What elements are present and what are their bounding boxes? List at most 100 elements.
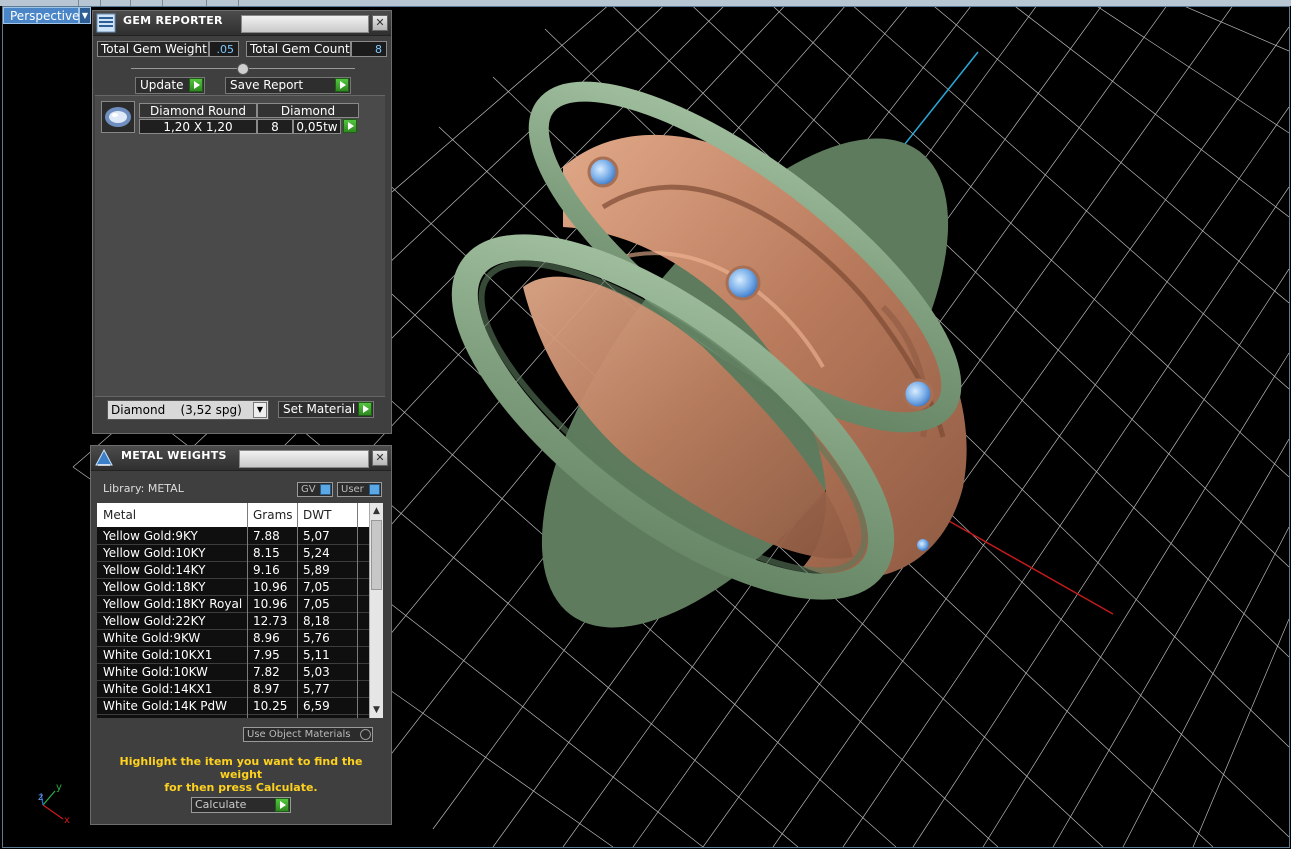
use-object-materials-label: Use Object Materials xyxy=(247,729,351,740)
table-row[interactable]: Yellow Gold:22KY 12.73 8,18 xyxy=(97,613,369,630)
chevron-down-icon[interactable]: ▼ xyxy=(372,705,381,715)
table-row[interactable]: White Gold:14KX1 8.97 5,77 xyxy=(97,681,369,698)
dwt-cell: 5,03 xyxy=(303,665,330,679)
play-icon xyxy=(335,78,349,92)
dwt-cell: 7,05 xyxy=(303,580,330,594)
grams-cell: 10.96 xyxy=(253,597,288,611)
axis-z-label: z xyxy=(38,792,44,803)
gem-reporter-panel: GEM REPORTER ✕ Total Gem Weight .05 Tota… xyxy=(92,10,392,434)
dwt-cell: 5,77 xyxy=(303,682,330,696)
gem-list-area[interactable] xyxy=(95,95,385,397)
play-icon xyxy=(189,78,203,92)
table-row[interactable]: Yellow Gold:18KY 10.96 7,05 xyxy=(97,579,369,596)
dwt-cell: 5,89 xyxy=(303,563,330,577)
save-report-button[interactable]: Save Report xyxy=(225,77,351,94)
calculate-button-label: Calculate xyxy=(195,798,247,811)
close-icon[interactable]: ✕ xyxy=(372,15,388,31)
grams-cell: 10.96 xyxy=(253,580,288,594)
gem-shape-header: Diamond Round xyxy=(139,103,257,118)
grams-cell: 8.15 xyxy=(253,546,280,560)
grams-cell: 7.82 xyxy=(253,665,280,679)
total-gem-count-value: 8 xyxy=(351,41,387,57)
hint-line-2: for then press Calculate. xyxy=(164,781,318,794)
titlebar-grip xyxy=(241,15,369,33)
metal-cell: White Gold:14KX1 xyxy=(103,682,213,696)
titlebar-grip xyxy=(239,450,369,468)
close-icon[interactable]: ✕ xyxy=(372,450,388,466)
user-toggle[interactable]: User xyxy=(337,482,382,497)
table-row[interactable]: Yellow Gold:9KY 7.88 5,07 xyxy=(97,528,369,545)
update-button[interactable]: Update xyxy=(135,77,205,94)
table-row[interactable]: White Gold:9KW 8.96 5,76 xyxy=(97,630,369,647)
toggle-indicator-icon xyxy=(369,484,380,495)
gem-count-cell[interactable]: 8 xyxy=(257,119,293,134)
gem-size-cell[interactable]: 1,20 X 1,20 xyxy=(139,119,257,134)
table-row[interactable]: White Gold:10KX1 7.95 5,11 xyxy=(97,647,369,664)
gem-row-action-icon[interactable] xyxy=(343,119,357,133)
calculate-button[interactable]: Calculate xyxy=(191,797,291,813)
gv-toggle-label: GV xyxy=(301,484,316,495)
perspective-view-button[interactable]: Perspective xyxy=(3,7,80,24)
grams-cell: 8.97 xyxy=(253,682,280,696)
table-scrollbar[interactable]: ▲ ▼ xyxy=(369,503,383,718)
view-mode-dropdown[interactable]: ▼ xyxy=(79,7,91,24)
x-axis-line xyxy=(932,511,1114,615)
total-gem-weight-value: .05 xyxy=(209,41,239,57)
table-row[interactable]: Yellow Gold:14KY 9.16 5,89 xyxy=(97,562,369,579)
metal-cell: Yellow Gold:14KY xyxy=(103,563,206,577)
grams-cell: 7.88 xyxy=(253,529,280,543)
metal-weights-titlebar[interactable]: METAL WEIGHTS ✕ xyxy=(91,446,391,471)
material-select[interactable]: Diamond (3,52 spg) ▼ xyxy=(107,400,269,420)
dwt-cell: 8,18 xyxy=(303,614,330,628)
table-row[interactable]: Yellow Gold:18KY Royal 10.96 7,05 xyxy=(97,596,369,613)
dwt-cell: 5,07 xyxy=(303,529,330,543)
column-header-grams[interactable]: Grams xyxy=(253,508,293,522)
column-header-dwt[interactable]: DWT xyxy=(303,508,331,522)
metal-weights-table: Metal Grams DWT Yellow Gold:9KY 7.88 5,07 Y… xyxy=(97,503,383,718)
grams-cell: 9.16 xyxy=(253,563,280,577)
gem-material-header: Diamond xyxy=(257,103,359,118)
update-button-label: Update xyxy=(140,78,184,92)
grams-cell: 12.73 xyxy=(253,614,288,628)
divider-handle[interactable] xyxy=(237,63,249,75)
metal-cell: Yellow Gold:22KY xyxy=(103,614,206,628)
table-row[interactable]: White Gold:14K PdW 10.25 6,59 xyxy=(97,698,369,715)
metal-cell: Yellow Gold:9KY xyxy=(103,529,198,543)
grams-cell: 7.95 xyxy=(253,648,280,662)
total-gem-count-label: Total Gem Count xyxy=(246,41,351,57)
table-row[interactable]: White Gold:10KW 7.82 5,03 xyxy=(97,664,369,681)
scrollbar-thumb[interactable] xyxy=(371,520,382,590)
column-divider xyxy=(357,503,358,718)
axis-x-label: x xyxy=(64,815,70,826)
table-header: Metal Grams DWT xyxy=(97,503,369,527)
metal-weights-icon xyxy=(95,448,113,466)
gem-reporter-titlebar[interactable]: GEM REPORTER ✕ xyxy=(93,11,391,36)
toggle-indicator-icon xyxy=(320,484,331,495)
dwt-cell: 7,05 xyxy=(303,597,330,611)
gem-weight-cell[interactable]: 0,05tw xyxy=(293,119,341,134)
ring-model xyxy=(451,81,967,628)
metal-cell: White Gold:14K PdW xyxy=(103,699,228,713)
use-object-materials-toggle[interactable]: Use Object Materials xyxy=(243,727,373,742)
dwt-cell: 5,76 xyxy=(303,631,330,645)
gem-thumbnail[interactable] xyxy=(101,101,135,133)
gem-reporter-title: GEM REPORTER xyxy=(123,14,223,27)
column-header-metal[interactable]: Metal xyxy=(103,508,136,522)
metal-cell: White Gold:10KW xyxy=(103,665,208,679)
column-divider xyxy=(297,503,298,718)
table-row[interactable]: Yellow Gold:10KY 8.15 5,24 xyxy=(97,545,369,562)
chevron-down-icon: ▼ xyxy=(81,11,89,20)
column-divider xyxy=(247,503,248,718)
metal-weights-panel: METAL WEIGHTS ✕ Library: METAL GV User M… xyxy=(90,445,392,825)
metal-cell: Yellow Gold:18KY xyxy=(103,580,206,594)
chevron-up-icon[interactable]: ▲ xyxy=(372,506,381,516)
chevron-down-icon: ▼ xyxy=(253,402,267,418)
hint-line-1: Highlight the item you want to find the … xyxy=(119,755,363,781)
grams-cell: 8.96 xyxy=(253,631,280,645)
dwt-cell: 5,24 xyxy=(303,546,330,560)
metal-cell: White Gold:9KW xyxy=(103,631,201,645)
material-select-value: Diamond (3,52 spg) xyxy=(111,403,242,417)
set-material-button[interactable]: Set Material xyxy=(278,401,374,418)
dwt-cell: 6,59 xyxy=(303,699,330,713)
gv-toggle[interactable]: GV xyxy=(297,482,333,497)
